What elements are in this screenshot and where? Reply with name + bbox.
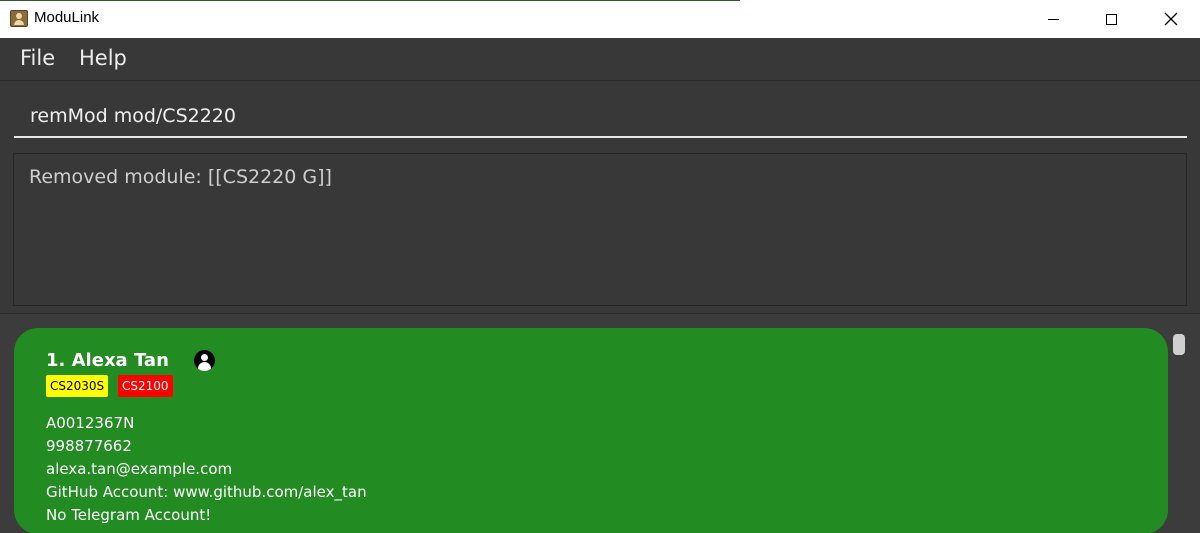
person-card[interactable]: 1. Alexa Tan CS2030S CS2100 A0012367N 99… xyxy=(14,328,1168,533)
minimize-button[interactable] xyxy=(1024,0,1082,38)
menu-file[interactable]: File xyxy=(20,46,55,70)
person-name: 1. Alexa Tan xyxy=(46,350,169,371)
person-telegram: No Telegram Account! xyxy=(46,506,212,524)
window-title: ModuLink xyxy=(34,9,100,26)
result-display: Removed module: [[CS2220 G]] xyxy=(13,153,1187,306)
maximize-button[interactable] xyxy=(1082,0,1140,38)
menu-bar: File Help xyxy=(0,38,1200,81)
person-icon xyxy=(194,350,215,371)
app-icon xyxy=(10,10,28,27)
person-phone: 998877662 xyxy=(46,437,132,455)
close-button[interactable] xyxy=(1142,0,1200,38)
maximize-icon xyxy=(1105,13,1117,25)
title-bar: ModuLink xyxy=(0,0,1200,38)
person-email: alexa.tan@example.com xyxy=(46,460,233,478)
menu-help[interactable]: Help xyxy=(79,46,127,70)
result-message: Removed module: [[CS2220 G]] xyxy=(29,166,332,188)
scrollbar-thumb[interactable] xyxy=(1173,334,1185,355)
person-github: GitHub Account: www.github.com/alex_tan xyxy=(46,483,367,501)
command-input[interactable] xyxy=(14,96,1187,138)
module-tag: CS2100 xyxy=(118,375,173,397)
close-icon xyxy=(1164,12,1178,26)
person-student-id: A0012367N xyxy=(46,414,135,432)
title-bar-accent-line xyxy=(0,0,740,1)
scrollbar[interactable] xyxy=(1172,328,1186,533)
person-list[interactable]: 1. Alexa Tan CS2030S CS2100 A0012367N 99… xyxy=(0,313,1200,533)
command-box xyxy=(0,82,1200,144)
module-tag: CS2030S xyxy=(46,375,109,397)
minimize-icon xyxy=(1047,18,1059,20)
